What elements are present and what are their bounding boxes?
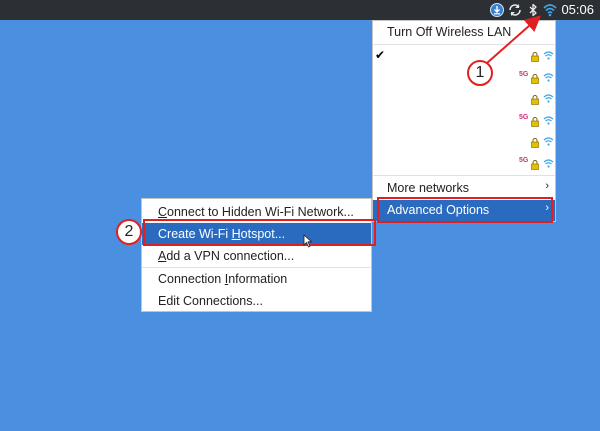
callout-number-1: 1 xyxy=(467,60,493,86)
callout-arrow xyxy=(486,15,541,64)
callout-number-2: 2 xyxy=(116,219,142,245)
mouse-cursor-icon xyxy=(303,234,313,248)
